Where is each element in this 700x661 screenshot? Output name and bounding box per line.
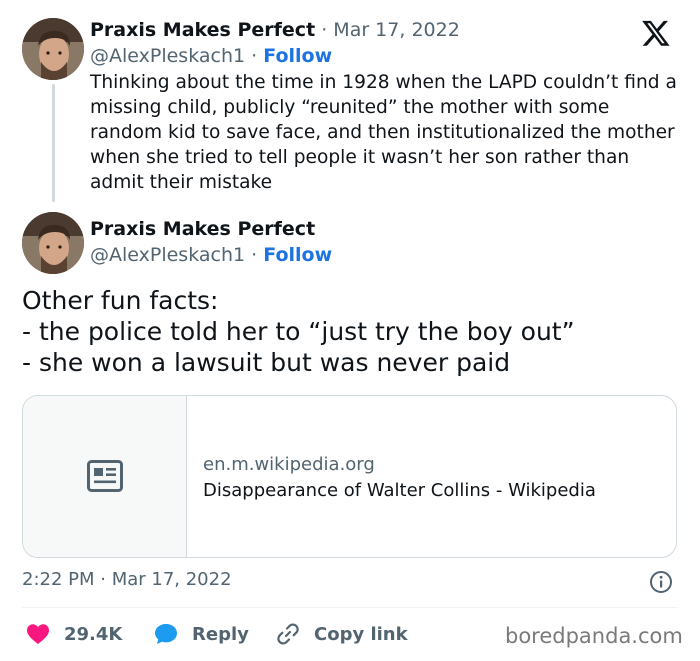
tweet-text: Thinking about the time in 1928 when the… — [90, 72, 677, 193]
author-handle[interactable]: @AlexPleskach1 — [90, 45, 245, 67]
copy-link-button[interactable]: Copy link — [276, 620, 408, 648]
heart-icon — [27, 624, 49, 644]
avatar[interactable] — [22, 18, 84, 80]
info-icon[interactable] — [649, 570, 673, 594]
link-domain: en.m.wikipedia.org — [203, 454, 375, 475]
separator-dot: · — [251, 244, 264, 266]
copy-link-label: Copy link — [314, 623, 408, 645]
x-logo-icon[interactable] — [637, 18, 675, 48]
like-count: 29.4K — [64, 623, 123, 645]
article-icon — [87, 460, 123, 492]
tweet-timestamp[interactable]: 2:22 PM · Mar 17, 2022 — [22, 569, 232, 590]
avatar-image — [22, 212, 84, 274]
follow-button[interactable]: Follow — [263, 45, 332, 67]
avatar-image — [22, 18, 84, 80]
link-icon — [277, 623, 299, 645]
tweet-date[interactable]: Mar 17, 2022 — [333, 19, 460, 41]
author-name[interactable]: Praxis Makes Perfect — [90, 218, 315, 240]
avatar[interactable] — [22, 212, 84, 274]
link-title[interactable]: Disappearance of Walter Collins - Wikipe… — [203, 480, 596, 501]
link-thumbnail — [23, 396, 187, 557]
thread-connector — [52, 84, 55, 202]
separator-dot: · — [251, 45, 264, 67]
follow-button[interactable]: Follow — [263, 244, 332, 266]
link-preview-card[interactable]: en.m.wikipedia.org Disappearance of Walt… — [22, 395, 677, 558]
reply-button[interactable]: Reply — [154, 620, 249, 648]
author-name[interactable]: Praxis Makes Perfect — [90, 19, 315, 41]
reply-label: Reply — [192, 623, 249, 645]
divider — [22, 607, 677, 608]
watermark: boredpanda.com — [505, 624, 683, 648]
separator-dot: · — [321, 19, 334, 41]
like-button[interactable]: 29.4K — [26, 620, 122, 648]
tweet-line: - she won a lawsuit but was never paid — [22, 348, 511, 377]
tweet-line: - the police told her to “just try the b… — [22, 317, 575, 346]
author-handle[interactable]: @AlexPleskach1 — [90, 244, 245, 266]
tweet-line: Other fun facts: — [22, 286, 219, 315]
main-tweet-header: Praxis Makes Perfect — [90, 217, 315, 241]
reply-bubble-icon — [155, 624, 177, 644]
quoted-tweet-header: Praxis Makes Perfect · Mar 17, 2022 — [90, 18, 460, 42]
main-tweet-subheader: @AlexPleskach1 · Follow — [90, 243, 332, 267]
quoted-tweet-subheader: @AlexPleskach1 · Follow — [90, 44, 332, 68]
tweet-text: Other fun facts: - the police told her t… — [22, 285, 672, 378]
